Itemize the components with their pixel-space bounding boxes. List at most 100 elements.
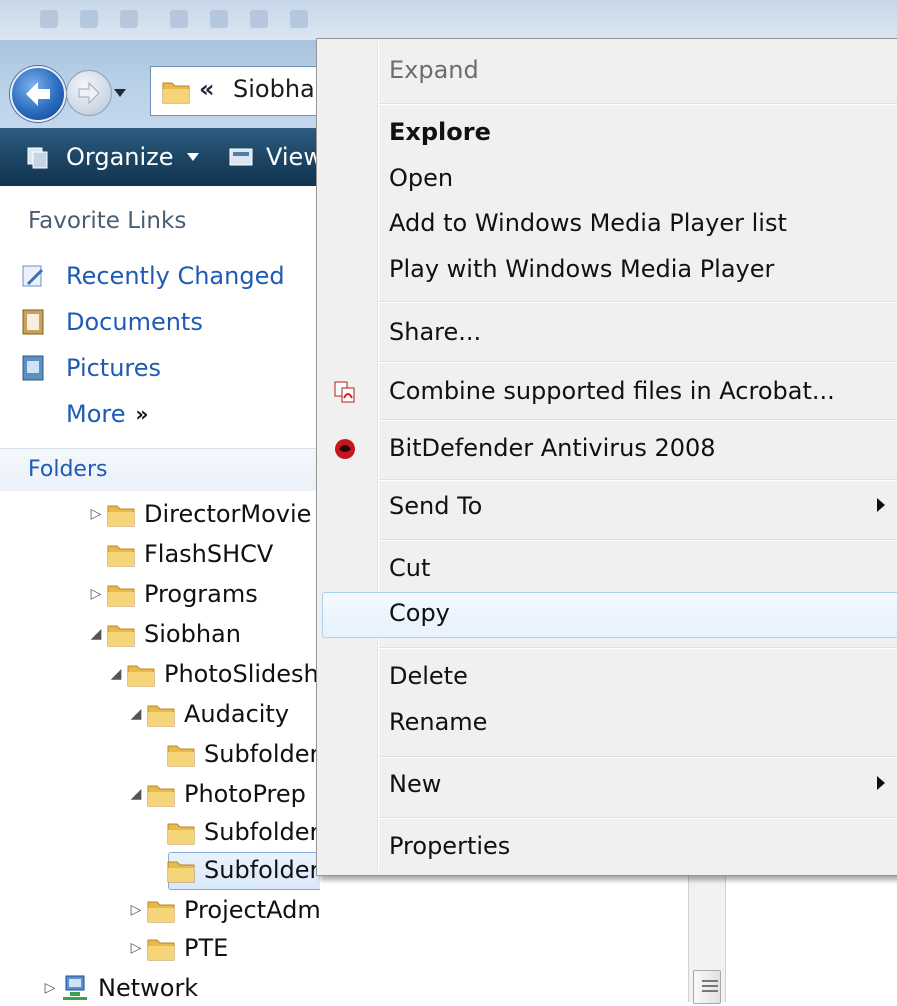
expand-arrow-icon[interactable]: ▷ [126,940,146,956]
tree-item-label: Siobhan [144,620,241,648]
favorite-links-heading: Favorite Links [28,208,187,234]
favorite-more[interactable]: More » [48,398,148,430]
tree-item-label: ProjectAdmin [184,896,343,924]
content-pane [320,870,897,1002]
menu-item-open[interactable]: Open [317,157,897,201]
collapse-arrow-icon[interactable]: ◢ [126,706,146,722]
network-icon [63,975,87,1000]
menu-item-copy[interactable]: Copy [317,592,897,638]
menu-item-label: Play with Windows Media Player [389,255,775,283]
menu-item-bitdefender[interactable]: BitDefender Antivirus 2008 [317,427,897,471]
tree-item-label: Subfolder [204,740,320,768]
tree-item-pte[interactable]: ▷ PTE [126,930,229,966]
menu-item-play-with-wmp[interactable]: Play with Windows Media Player [317,248,897,292]
tree-item-label: PTE [184,934,229,962]
context-menu: Expand Explore Open Add to Windows Media… [316,38,897,876]
menu-separator [379,817,897,818]
folder-icon [147,705,175,727]
menu-separator [379,301,897,302]
folder-icon [107,585,135,607]
folder-icon [167,745,195,767]
menu-item-label: Copy [389,599,450,627]
submenu-arrow-icon [877,498,885,512]
menu-item-new[interactable]: New [317,763,897,807]
menu-item-send-to[interactable]: Send To [317,485,897,529]
menu-item-combine-acrobat[interactable]: Combine supported files in Acrobat... [317,370,897,414]
favorite-documents[interactable]: Documents [20,306,203,338]
breadcrumb-overflow[interactable]: « [199,75,215,103]
tree-item-projectadmin[interactable]: ▷ ProjectAdmin [126,892,343,928]
menu-item-label: Explore [389,118,491,146]
favorite-label: Documents [66,308,203,336]
menu-item-label: Expand [389,56,479,84]
menu-item-delete[interactable]: Delete [317,655,897,699]
tree-item-flashshcv[interactable]: FlashSHCV [86,536,273,572]
grip-line [702,990,718,992]
top-toolbar-strip [0,0,897,40]
tree-item-audacity[interactable]: ◢ Audacity [126,696,289,732]
collapse-arrow-icon[interactable]: ◢ [106,666,126,682]
organize-icon [27,147,48,169]
expand-arrow-icon[interactable]: ▷ [126,902,146,918]
bitdefender-icon [335,439,355,459]
tree-item-photoprep-subfolder-2[interactable]: Subfolder [146,852,319,888]
collapse-arrow-icon[interactable]: ◢ [86,626,106,642]
tree-item-siobhan[interactable]: ◢ Siobhan [86,616,241,652]
menu-item-explore[interactable]: Explore [317,111,897,155]
tree-item-directormovie[interactable]: ▷ DirectorMovie [86,496,312,532]
menu-item-expand[interactable]: Expand [317,49,897,93]
folder-icon [107,625,135,647]
tree-item-programs[interactable]: ▷ Programs [86,576,258,612]
recent-pages-dropdown-icon[interactable] [113,88,127,98]
tree-item-label: PhotoPrep [184,780,306,808]
tree-item-network[interactable]: ▷ Network [40,970,199,1006]
tree-item-label: Programs [144,580,258,608]
menu-item-label: Share... [389,318,482,346]
acrobat-icon [334,381,355,403]
tree-item-label: DirectorMovie [144,500,312,528]
address-box[interactable]: « Siobhan [150,66,330,116]
vertical-scrollbar[interactable] [688,870,726,1004]
menu-item-label: Send To [389,492,483,520]
favorite-recently-changed[interactable]: Recently Changed [20,260,285,292]
menu-item-label: Rename [389,708,488,736]
tree-item-label: Subfolder [204,856,320,884]
folders-heading: Folders [28,457,108,482]
tree-item-photoprep[interactable]: ◢ PhotoPrep [126,776,306,812]
organize-label: Organize [66,143,174,171]
forward-button[interactable] [66,70,112,116]
menu-item-add-to-wmp-list[interactable]: Add to Windows Media Player list [317,202,897,246]
tree-item-photoprep-subfolder-1[interactable]: Subfolder [146,814,319,850]
scrollbar-thumb[interactable] [693,970,721,1004]
expand-arrow-icon[interactable]: ▷ [86,586,106,602]
toolbar-icon [40,10,58,28]
menu-item-properties[interactable]: Properties [317,825,897,869]
organize-button[interactable]: Organize [24,142,200,172]
menu-item-share[interactable]: Share... [317,311,897,355]
menu-item-rename[interactable]: Rename [317,701,897,745]
toolbar-icon [290,10,308,28]
tree-item-label: Network [98,974,199,1002]
grip-line [702,985,718,987]
folder-icon [147,901,175,923]
menu-item-cut[interactable]: Cut [317,547,897,591]
menu-item-label: New [389,770,442,798]
folders-header[interactable]: Folders [0,448,320,491]
favorite-pictures[interactable]: Pictures [20,352,161,384]
tree-item-label: FlashSHCV [144,540,274,568]
toolbar-icon [120,10,138,28]
back-arrow-icon [26,82,50,106]
toolbar-icon [250,10,268,28]
tree-item-audacity-subfolder[interactable]: Subfolder [146,736,319,772]
favorite-label: Pictures [66,354,162,382]
menu-item-label: BitDefender Antivirus 2008 [389,434,716,462]
menu-separator [379,419,897,420]
toolbar-icon [170,10,188,28]
collapse-arrow-icon[interactable]: ◢ [126,786,146,802]
expand-arrow-icon[interactable]: ▷ [40,980,60,996]
back-button[interactable] [10,66,66,122]
toolbar-icon [210,10,228,28]
menu-item-label: Add to Windows Media Player list [389,209,787,237]
expand-arrow-icon[interactable]: ▷ [86,506,106,522]
menu-separator [379,647,897,648]
